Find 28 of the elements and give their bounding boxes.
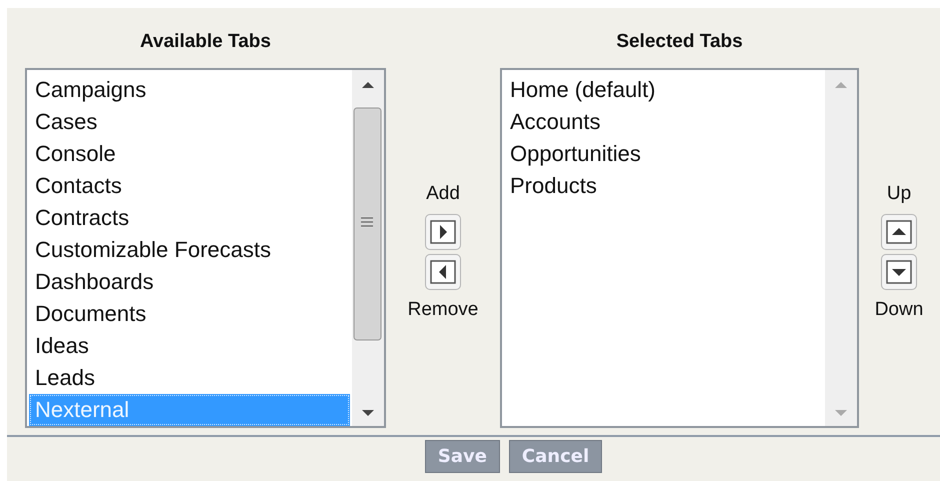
list-item[interactable]: Contacts: [29, 170, 350, 202]
list-item[interactable]: Ideas: [29, 330, 350, 362]
list-item[interactable]: Contracts: [29, 202, 350, 234]
remove-button[interactable]: [425, 254, 461, 290]
remove-label: Remove: [408, 298, 478, 322]
list-heading: Selected Tabs: [616, 30, 743, 54]
list-item[interactable]: Dashboards: [29, 266, 350, 298]
scrollbar-drawing[interactable]: [825, 70, 857, 426]
list-item[interactable]: Opportunities: [504, 138, 823, 170]
down-label: Down: [874, 298, 924, 322]
list-item[interactable]: Console: [29, 138, 350, 170]
list-item[interactable]: Accounts: [504, 106, 823, 138]
list-item[interactable]: Products: [504, 170, 823, 202]
add-button[interactable]: [425, 214, 461, 250]
tabs-listbox[interactable]: Campaigns Cases Console Contacts Contracts Customizable Forecasts Dashboards Documents Ideas Leads Nexternal: [25, 68, 386, 428]
list-item[interactable]: Leads: [29, 362, 350, 394]
list-heading: Available Tabs: [140, 30, 271, 54]
move-up-button[interactable]: [881, 214, 917, 250]
list-item[interactable]: Home (default): [504, 74, 823, 106]
list-item[interactable]: Cases: [29, 106, 350, 138]
add-label: Add: [426, 182, 460, 206]
up-label: Up: [886, 182, 912, 206]
move-down-button[interactable]: [881, 254, 917, 290]
list-item[interactable]: Customizable Forecasts: [29, 234, 350, 266]
tabs-listbox[interactable]: Home (default) Accounts Opportunities Products: [500, 68, 859, 428]
list-item[interactable]: Campaigns: [29, 74, 350, 106]
list-item[interactable]: Documents: [29, 298, 350, 330]
scrollbar-drawing[interactable]: [352, 70, 384, 426]
